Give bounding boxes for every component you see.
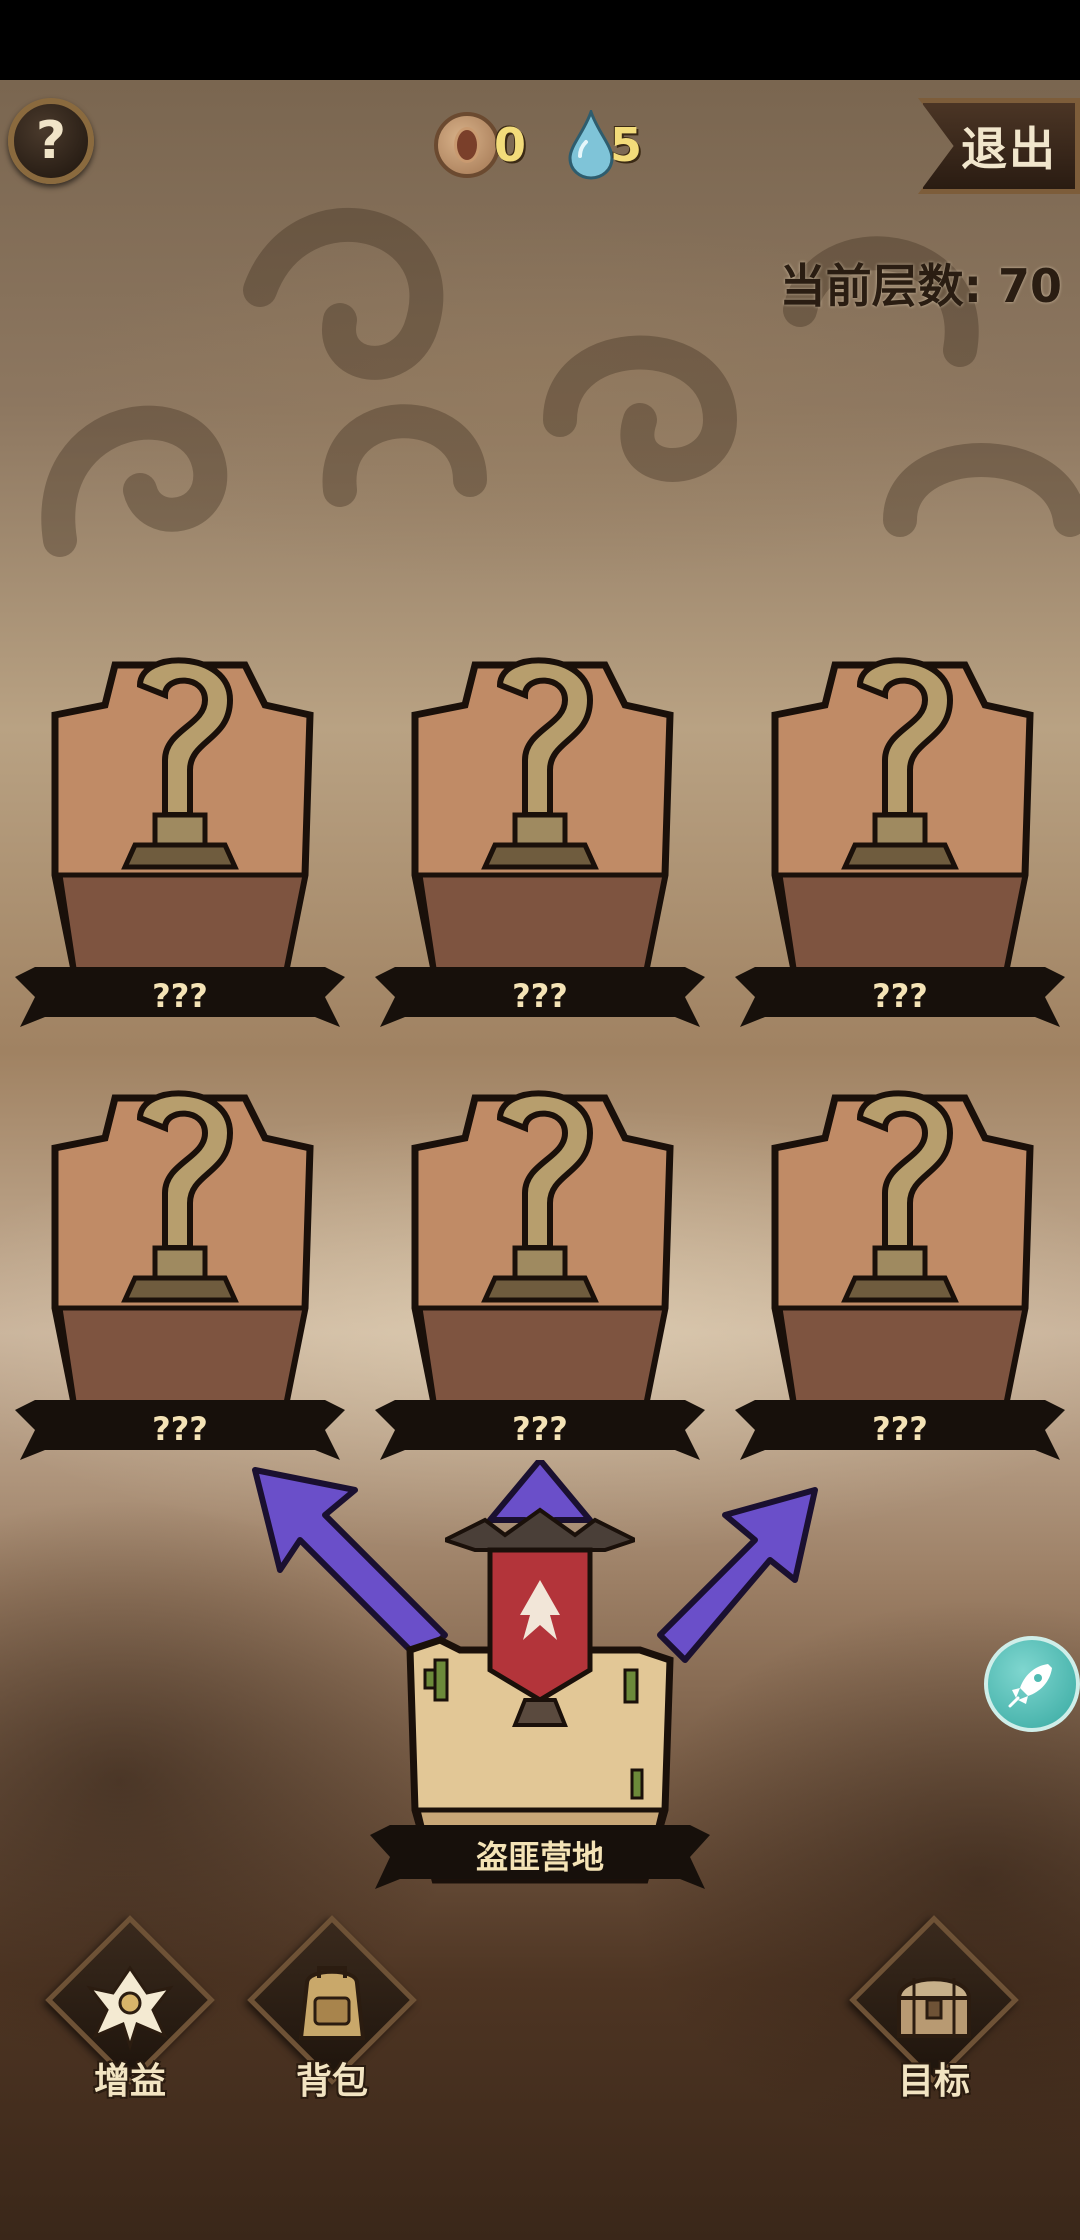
- treasure-chest-icon: [896, 1977, 972, 2038]
- rocket-icon: [1008, 1664, 1052, 1708]
- node-banner: ???: [735, 967, 1065, 1033]
- node-label: ???: [512, 977, 568, 1015]
- water-counter: 5: [566, 110, 642, 180]
- mystery-node[interactable]: ???: [735, 645, 1065, 1045]
- node-label: ???: [512, 1410, 568, 1448]
- mystery-rock-icon: [51, 657, 314, 979]
- mystery-rock-icon: [771, 1090, 1034, 1412]
- bandit-banner-icon: [445, 1507, 635, 1727]
- camp-banner: 盗匪营地: [370, 1825, 710, 1895]
- buff-emblem-icon: [86, 1965, 174, 2051]
- buff-button[interactable]: 增益: [30, 1915, 215, 2120]
- node-banner: ???: [375, 967, 705, 1033]
- current-node-label: 盗匪营地: [475, 1838, 604, 1876]
- mystery-node[interactable]: ???: [735, 1078, 1065, 1478]
- mystery-rock-icon: [51, 1090, 314, 1412]
- backpack-icon: [298, 1966, 366, 2040]
- mystery-node[interactable]: ???: [375, 1078, 705, 1478]
- mystery-rock-icon: [771, 657, 1034, 979]
- current-node-bandit-camp[interactable]: 盗匪营地: [370, 1500, 710, 1910]
- bag-label: 背包: [295, 2061, 368, 2102]
- node-label: ???: [152, 1410, 208, 1448]
- buff-label: 增益: [93, 2061, 166, 2102]
- node-banner: ???: [375, 1400, 705, 1466]
- water-drop-icon: [568, 110, 614, 180]
- mystery-node[interactable]: ???: [375, 645, 705, 1045]
- goal-button[interactable]: 目标: [834, 1915, 1019, 2120]
- current-floor-label: 当前层数: 70: [779, 259, 1062, 313]
- mystery-node[interactable]: ???: [15, 645, 345, 1045]
- rocket-button[interactable]: [984, 1636, 1080, 1732]
- question-icon: ?: [35, 111, 67, 171]
- mystery-rock-icon: [411, 657, 674, 979]
- mystery-rock-icon: [411, 1090, 674, 1412]
- background-swirl-pattern: [41, 207, 1080, 557]
- status-bar: [0, 0, 1080, 80]
- exit-label: 退出: [961, 122, 1057, 176]
- node-banner: ???: [735, 1400, 1065, 1466]
- coin-counter: 0: [434, 110, 526, 180]
- coin-icon: [434, 112, 500, 178]
- help-button[interactable]: ?: [8, 98, 94, 184]
- water-count: 5: [610, 118, 643, 172]
- coin-count: 0: [494, 118, 527, 172]
- goal-label: 目标: [897, 2061, 970, 2102]
- mystery-node[interactable]: ???: [15, 1078, 345, 1478]
- node-banner: ???: [15, 967, 345, 1033]
- node-label: ???: [872, 977, 928, 1015]
- node-label: ???: [872, 1410, 928, 1448]
- node-banner: ???: [15, 1400, 345, 1466]
- node-label: ???: [152, 977, 208, 1015]
- bag-button[interactable]: 背包: [232, 1915, 417, 2120]
